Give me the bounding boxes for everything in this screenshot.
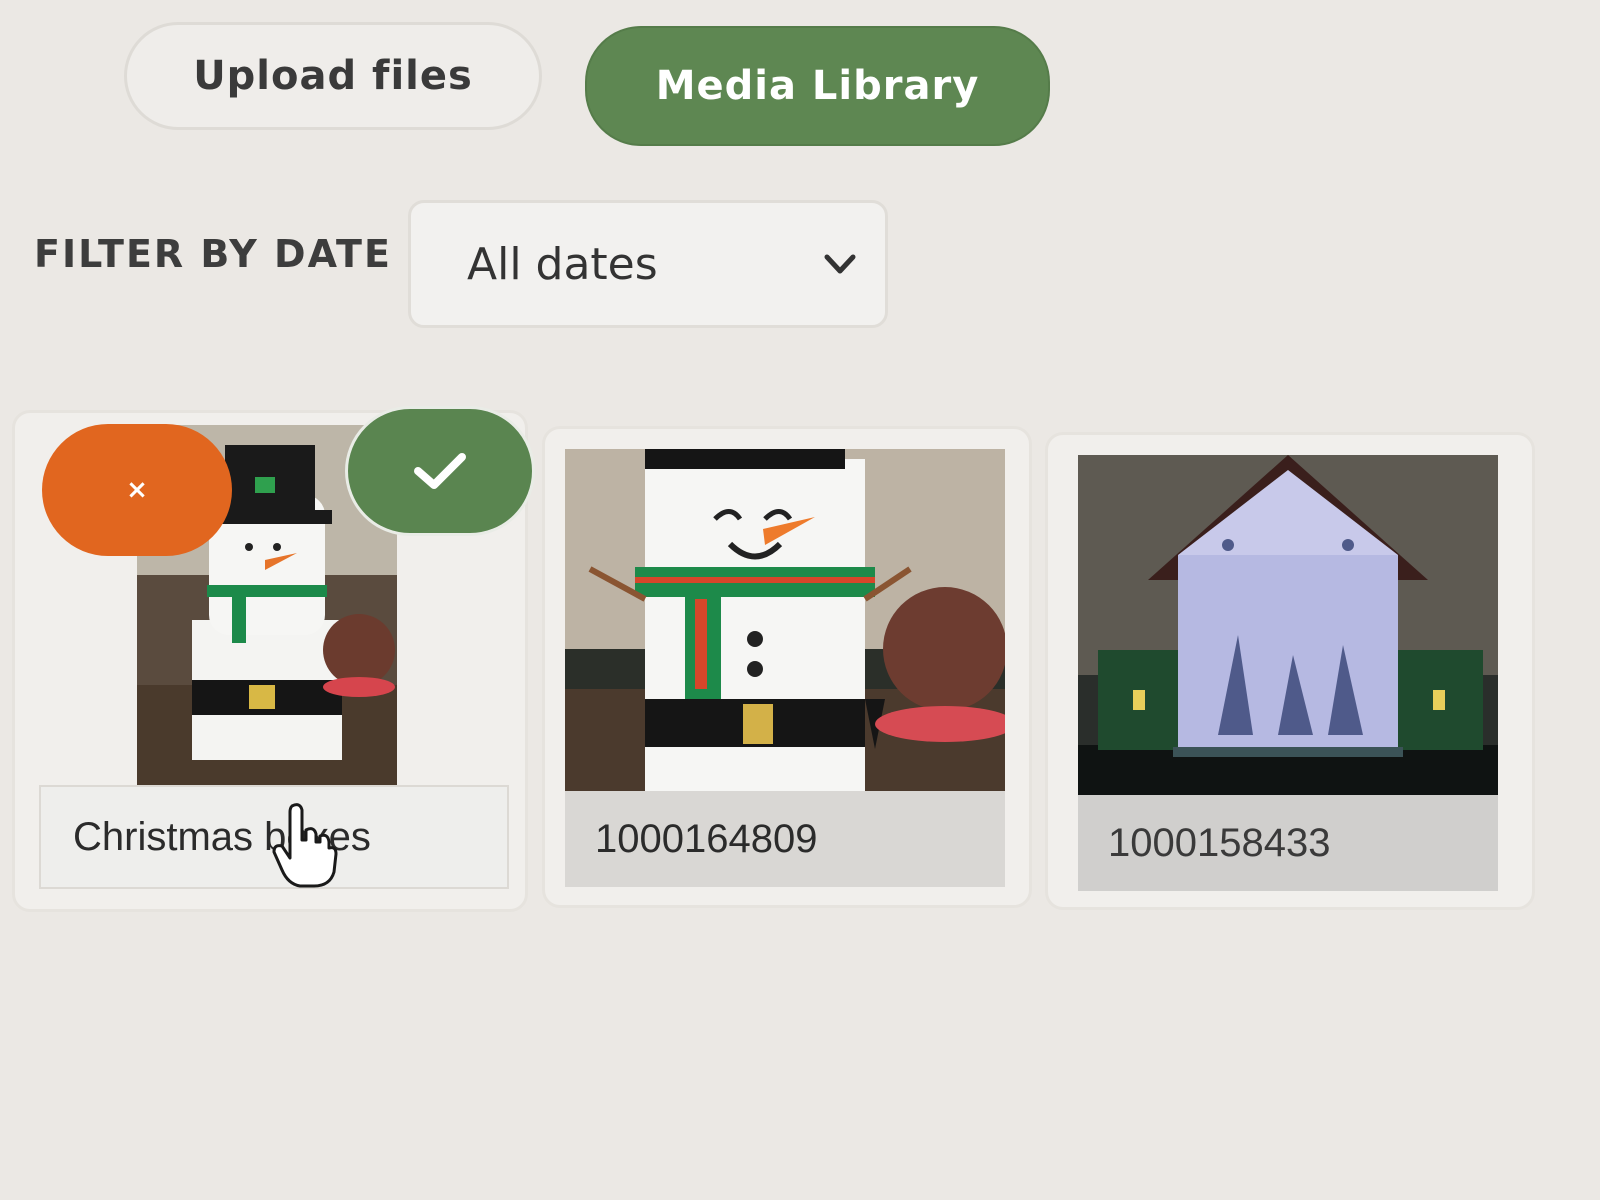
chevron-down-icon <box>824 254 856 274</box>
media-thumbnail-snowman-closeup[interactable] <box>565 449 1005 791</box>
tab-media-library[interactable]: Media Library <box>585 26 1050 146</box>
check-icon <box>414 453 466 489</box>
hand-cursor-icon <box>272 803 338 888</box>
date-filter-value: All dates <box>467 238 658 290</box>
close-icon: × <box>126 475 148 505</box>
tab-upload-label: Upload files <box>193 53 473 99</box>
media-caption: 1000164809 <box>565 791 1005 887</box>
media-item[interactable]: 1000158433 <box>1045 432 1535 910</box>
tab-upload-files[interactable]: Upload files <box>124 22 542 130</box>
media-caption: 1000158433 <box>1078 795 1498 891</box>
media-thumbnail-nativity-lantern[interactable] <box>1078 455 1498 795</box>
date-filter-select[interactable]: All dates <box>408 200 888 328</box>
filter-label: FILTER BY DATE <box>34 232 392 276</box>
select-item-button[interactable] <box>345 406 535 536</box>
tab-media-label: Media Library <box>655 63 980 109</box>
remove-item-button[interactable]: × <box>42 424 232 556</box>
media-uploader: Upload files Media Library FILTER BY DAT… <box>0 0 1600 1200</box>
media-item[interactable]: 1000164809 <box>542 426 1032 908</box>
